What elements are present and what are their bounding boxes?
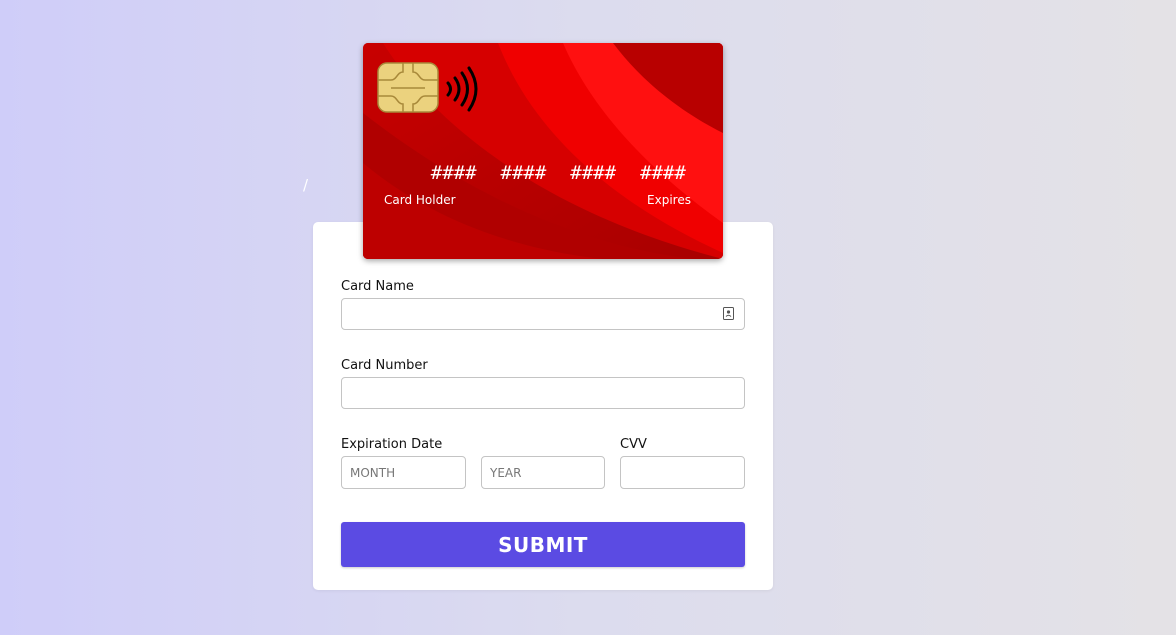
card-name-input[interactable] xyxy=(341,298,745,330)
card-holder-label: Card Holder xyxy=(384,193,456,207)
card-name-label: Card Name xyxy=(341,279,414,294)
contactless-icon xyxy=(446,66,478,112)
month-input[interactable] xyxy=(341,456,466,489)
submit-button[interactable]: SUBMIT xyxy=(341,522,745,567)
expires-value: / xyxy=(303,176,309,194)
expiration-date-label: Expiration Date xyxy=(341,437,443,452)
card-number-group: #### xyxy=(500,162,547,184)
cvv-label: CVV xyxy=(620,437,647,452)
year-input[interactable] xyxy=(481,456,605,489)
expires-label: Expires xyxy=(647,193,691,207)
card-chip-icon xyxy=(377,62,439,113)
card-number-group: #### xyxy=(430,162,477,184)
card-number-group: #### xyxy=(640,162,686,184)
card-number-label: Card Number xyxy=(341,358,428,373)
card-number-input[interactable] xyxy=(341,377,745,409)
cvv-input[interactable] xyxy=(620,456,745,489)
credit-card-preview: #### #### #### #### Card Holder Expires xyxy=(363,43,723,259)
contact-card-autofill-icon[interactable] xyxy=(723,307,734,320)
card-number-group: #### xyxy=(570,162,617,184)
